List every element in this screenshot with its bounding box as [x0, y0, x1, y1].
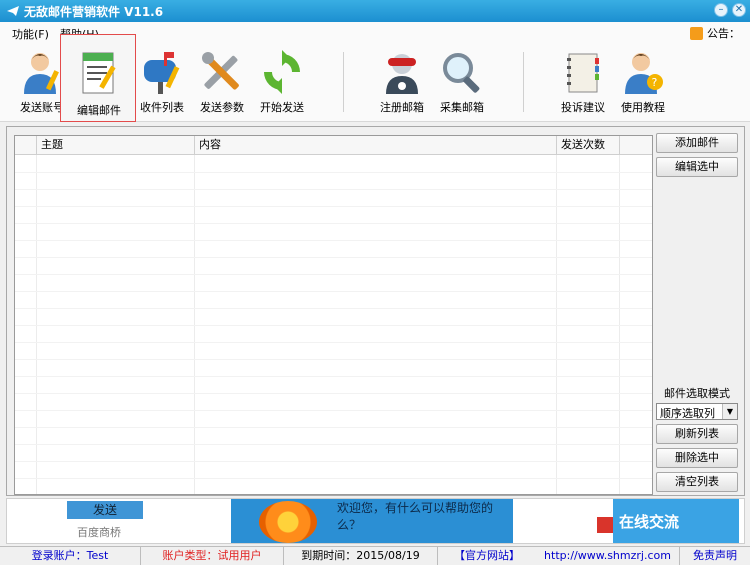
minimize-button[interactable]: –	[714, 3, 728, 17]
row-line	[15, 257, 652, 258]
row-line	[15, 172, 652, 173]
delete-selected-button[interactable]: 删除选中	[656, 448, 738, 468]
register-mailbox-label: 注册邮箱	[380, 101, 424, 114]
baidu-shangqiao-label[interactable]: 百度商桥	[77, 524, 121, 540]
svg-text:?: ?	[652, 76, 658, 89]
send-params-label: 发送参数	[200, 101, 244, 114]
row-line	[15, 206, 652, 207]
selection-mode-select[interactable]: 顺序选取列 ▼	[656, 403, 738, 420]
row-line	[15, 461, 652, 462]
table-header: 主题 内容 发送次数	[15, 136, 652, 155]
collect-mailbox-label: 采集邮箱	[440, 101, 484, 114]
notice[interactable]: 公告：	[690, 25, 740, 41]
row-line	[15, 308, 652, 309]
collect-mailbox-button[interactable]: 采集邮箱	[432, 44, 492, 120]
login-account-status: 登录账户：Test	[0, 547, 141, 565]
toolbar-separator	[343, 52, 344, 112]
user-edit-icon	[24, 53, 59, 94]
row-line	[15, 325, 652, 326]
disclaimer-link[interactable]: 免责声明	[680, 547, 750, 565]
notebook-icon	[567, 53, 599, 93]
chevron-down-icon[interactable]: ▼	[722, 404, 737, 419]
row-indicator-header	[15, 136, 37, 155]
row-line	[15, 342, 652, 343]
start-send-label: 开始发送	[260, 101, 304, 114]
expiry-status: 到期时间：2015/08/19	[284, 547, 438, 565]
row-line	[15, 444, 652, 445]
row-line	[15, 427, 652, 428]
row-line	[15, 410, 652, 411]
window-title: 无敌邮件营销软件 V11.6	[24, 5, 164, 19]
online-chat-banner[interactable]: 在线交流	[597, 499, 739, 543]
row-line	[15, 359, 652, 360]
ad-send-button[interactable]: 发送	[67, 501, 143, 519]
row-line	[15, 376, 652, 377]
selection-mode-label: 邮件选取模式	[664, 387, 730, 400]
selection-mode-value: 顺序选取列	[660, 407, 715, 420]
magnifier-icon	[443, 53, 480, 93]
notice-label: 公告：	[707, 27, 740, 40]
toolbar-separator	[523, 52, 524, 112]
row-line	[15, 478, 652, 479]
close-icon[interactable]	[597, 517, 613, 533]
feedback-button[interactable]: 投诉建议	[553, 44, 613, 120]
flower-image	[259, 501, 317, 543]
edit-mail-label: 编辑邮件	[77, 104, 121, 117]
refresh-arrows-icon	[264, 50, 300, 94]
row-line	[15, 223, 652, 224]
recipient-list-label: 收件列表	[140, 101, 184, 114]
main-panel: 主题 内容 发送次数 添加邮件 编辑选中 邮件选取模式 顺序选取列 ▼ 刷新列表…	[6, 126, 745, 496]
document-edit-icon	[82, 52, 116, 94]
column-send-count[interactable]: 发送次数	[557, 136, 620, 155]
online-chat-label: 在线交流	[619, 513, 680, 531]
mailbox-icon	[144, 52, 180, 94]
official-site-link[interactable]: 【官方网站】	[438, 547, 536, 565]
tutorial-button[interactable]: ? 使用教程	[613, 44, 673, 120]
refresh-list-button[interactable]: 刷新列表	[656, 424, 738, 444]
row-line	[15, 291, 652, 292]
start-send-button[interactable]: 开始发送	[252, 44, 312, 120]
column-subject[interactable]: 主题	[37, 136, 195, 155]
edit-mail-button[interactable]: 编辑邮件	[60, 34, 136, 122]
add-mail-button[interactable]: 添加邮件	[656, 133, 738, 153]
row-line	[15, 274, 652, 275]
ad-banner[interactable]: 欢迎您，有什么可以帮助您的么？	[231, 499, 513, 543]
title-bar: 无敌邮件营销软件 V11.6 – ✕	[0, 0, 750, 22]
user-help-icon: ?	[625, 53, 663, 94]
register-mailbox-button[interactable]: 注册邮箱	[372, 44, 432, 120]
toolbar: 发送账号 编辑邮件 收件列表 发送参数 开始发送 注册邮箱 采集邮箱 投诉建议 …	[0, 34, 750, 122]
menu-function[interactable]: 功能(F)	[12, 26, 49, 42]
clear-list-button[interactable]: 清空列表	[656, 472, 738, 492]
close-button[interactable]: ✕	[732, 3, 746, 17]
row-line	[15, 240, 652, 241]
recipient-list-button[interactable]: 收件列表	[132, 44, 192, 120]
row-line	[15, 393, 652, 394]
column-content[interactable]: 内容	[195, 136, 557, 155]
tools-icon	[202, 52, 239, 90]
tutorial-label: 使用教程	[621, 101, 665, 114]
account-type-status: 账户类型：试用用户	[141, 547, 284, 565]
edit-selected-button[interactable]: 编辑选中	[656, 157, 738, 177]
ad-strip: 发送 百度商桥 欢迎您，有什么可以帮助您的么？ 在线交流	[6, 498, 745, 544]
feedback-label: 投诉建议	[561, 101, 605, 114]
status-bar: 登录账户：Test 账户类型：试用用户 到期时间：2015/08/19 【官方网…	[0, 546, 750, 565]
speaker-icon	[690, 26, 703, 40]
row-line	[15, 189, 652, 190]
mail-table[interactable]: 主题 内容 发送次数	[14, 135, 653, 495]
website-url-link[interactable]: http://www.shmzrj.com	[536, 547, 680, 565]
app-logo-icon	[7, 6, 19, 16]
user-register-icon	[386, 54, 418, 94]
ad-chat-text: 欢迎您，有什么可以帮助您的么？	[337, 501, 494, 532]
send-params-button[interactable]: 发送参数	[192, 44, 252, 120]
